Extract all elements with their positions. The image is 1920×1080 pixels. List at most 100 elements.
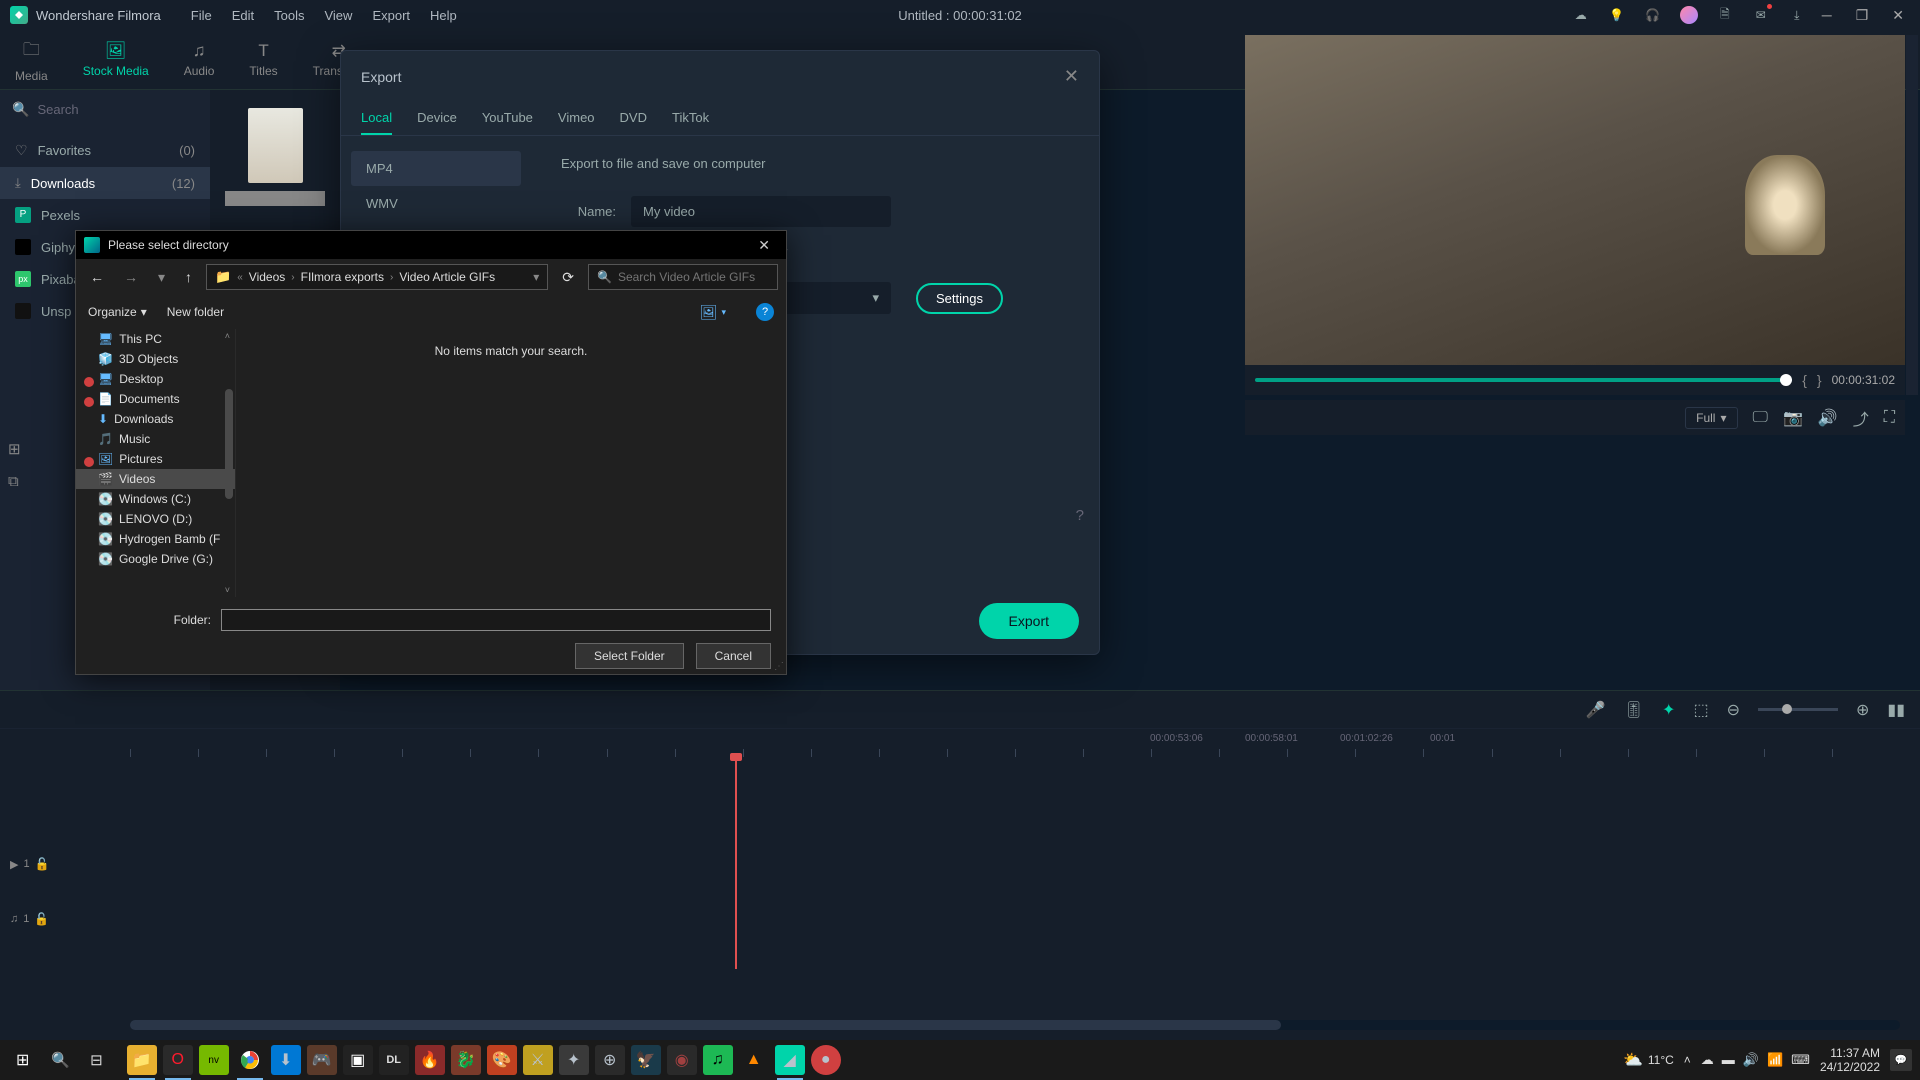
app-generic-10[interactable]: ⊕ [595,1045,625,1075]
sidebar-item-downloads[interactable]: ⤓ Downloads(12) [0,167,210,199]
save-icon[interactable]: 🗎 [1716,6,1734,24]
notifications-button[interactable]: 💬3 [1890,1049,1912,1071]
close-button[interactable]: ✕ [1886,7,1910,24]
wifi-icon[interactable]: 📶 [1767,1052,1783,1068]
audio-track-1[interactable]: ♫1🔓 [10,894,1920,944]
app-vlc[interactable]: ▲ [739,1045,769,1075]
tree-documents[interactable]: 📄Documents [76,389,235,409]
scrub-knob[interactable] [1780,374,1792,386]
export-clip-icon[interactable]: ⤴ [1853,406,1869,430]
export-tab-local[interactable]: Local [361,102,392,135]
task-view-button[interactable]: ⊟ [84,1051,109,1069]
download-icon[interactable]: ⤓ [1788,6,1806,24]
cancel-button[interactable]: Cancel [696,643,771,669]
mic-icon[interactable]: 🎤 [1586,700,1606,720]
folder-input[interactable] [221,609,771,631]
tab-stock-media[interactable]: 🖼Stock Media [83,41,149,78]
mixer-icon[interactable]: 🎚 [1624,700,1644,720]
adjust-icon[interactable]: ⊞ [8,440,21,458]
new-folder-button[interactable]: New folder [167,305,224,319]
tree-music[interactable]: 🎵Music [76,429,235,449]
app-explorer[interactable]: 📁 [127,1045,157,1075]
tree-videos[interactable]: 🎬Videos [76,469,235,489]
marker-icon[interactable]: ✦ [1662,700,1675,720]
menu-edit[interactable]: Edit [232,8,254,23]
export-help-icon[interactable]: ? [1076,507,1084,524]
start-button[interactable]: ⊞ [8,1050,37,1070]
breadcrumb-exports[interactable]: FIlmora exports [301,270,384,284]
mark-in-button[interactable]: { [1802,372,1807,388]
view-mode-button[interactable]: 🖼▾ [700,304,726,321]
app-generic-5[interactable]: 🔥 [415,1045,445,1075]
app-generic-3[interactable]: ▣ [343,1045,373,1075]
tray-expand-button[interactable]: ˄ [1684,1053,1691,1067]
search-button[interactable]: 🔍 [45,1051,76,1069]
export-tab-dvd[interactable]: DVD [620,102,647,135]
app-nvidia[interactable]: nv [199,1045,229,1075]
zoom-in-icon[interactable]: ⊕ [1856,700,1869,720]
refresh-button[interactable]: ⟳ [556,269,580,286]
tree-drive-d[interactable]: 💽LENOVO (D:) [76,509,235,529]
volume-icon[interactable]: 🔊 [1818,408,1838,428]
maximize-button[interactable]: ❐ [1850,7,1875,24]
display-icon[interactable]: 🖵 [1753,409,1768,427]
file-list-area[interactable]: No items match your search. [236,329,786,597]
tree-drive-c[interactable]: 💽Windows (C:) [76,489,235,509]
app-generic-7[interactable]: 🎨 [487,1045,517,1075]
video-track-1[interactable]: ▶1🔓 [10,839,1920,889]
breadcrumb-gifs[interactable]: Video Article GIFs [399,270,495,284]
tree-scrollbar[interactable] [225,389,233,499]
tab-audio[interactable]: ♫Audio [184,41,215,78]
app-generic-6[interactable]: 🐉 [451,1045,481,1075]
battery-icon[interactable]: ▬ [1722,1052,1735,1068]
support-icon[interactable]: 🎧 [1644,6,1662,24]
right-vertical-slider[interactable] [1906,35,1918,395]
menu-tools[interactable]: Tools [274,8,304,23]
format-mp4[interactable]: MP4 [351,151,521,186]
lock-icon[interactable]: 🔓 [35,857,50,871]
media-thumb-2[interactable] [225,191,325,206]
app-generic-13[interactable]: ● [811,1045,841,1075]
cloud-icon[interactable]: ☁ [1572,6,1590,24]
quality-dropdown[interactable]: Full▾ [1685,407,1737,429]
nav-forward-button[interactable]: → [118,267,144,287]
file-search-input[interactable] [618,270,773,284]
app-generic-12[interactable]: ◉ [667,1045,697,1075]
playhead[interactable] [735,759,737,969]
layers-icon[interactable]: ⧉ [8,473,21,490]
zoom-out-icon[interactable]: ⊖ [1727,700,1740,720]
settings-button[interactable]: Settings [916,283,1003,314]
tree-drive-f[interactable]: 💽Hydrogen Bamb (F [76,529,235,549]
app-generic-1[interactable]: ⬇ [271,1045,301,1075]
snapshot-icon[interactable]: 📷 [1783,408,1803,428]
tree-desktop[interactable]: 🖥Desktop [76,369,235,389]
onedrive-icon[interactable]: ☁ [1701,1052,1714,1068]
app-filmora[interactable]: ◢ [775,1045,805,1075]
sidebar-item-favorites[interactable]: ♡ Favorites(0) [0,134,210,167]
help-button[interactable]: ? [756,303,774,321]
minimize-button[interactable]: ─ [1816,7,1838,24]
nav-back-button[interactable]: ← [84,267,110,287]
app-opera[interactable]: O [163,1045,193,1075]
zoom-slider[interactable] [1758,708,1838,711]
export-close-button[interactable]: ✕ [1064,66,1079,87]
scrub-track[interactable] [1255,378,1792,382]
resize-grip[interactable]: ⋰ [774,661,784,672]
account-icon[interactable] [1680,6,1698,24]
organize-button[interactable]: Organize▾ [88,305,147,319]
select-folder-button[interactable]: Select Folder [575,643,684,669]
menu-file[interactable]: File [191,8,212,23]
name-input[interactable] [631,196,891,227]
breadcrumb-videos[interactable]: Videos [249,270,285,284]
sidebar-item-pexels[interactable]: P Pexels [0,199,210,231]
weather-widget[interactable]: ⛅ 11°C [1623,1050,1674,1070]
timeline-ruler[interactable]: 00:00:53:06 00:00:58:01 00:01:02:26 00:0… [0,729,1920,759]
tips-icon[interactable]: 💡 [1608,6,1626,24]
file-dialog-close-button[interactable]: ✕ [750,237,778,254]
language-icon[interactable]: ⌨ [1791,1052,1810,1068]
tree-this-pc[interactable]: 🖥This PC [76,329,235,349]
app-generic-4[interactable]: DL [379,1045,409,1075]
tab-media[interactable]: 🗀Media [15,37,48,83]
nav-recent-button[interactable]: ▾ [152,267,171,288]
tree-downloads[interactable]: ⬇Downloads [76,409,235,429]
